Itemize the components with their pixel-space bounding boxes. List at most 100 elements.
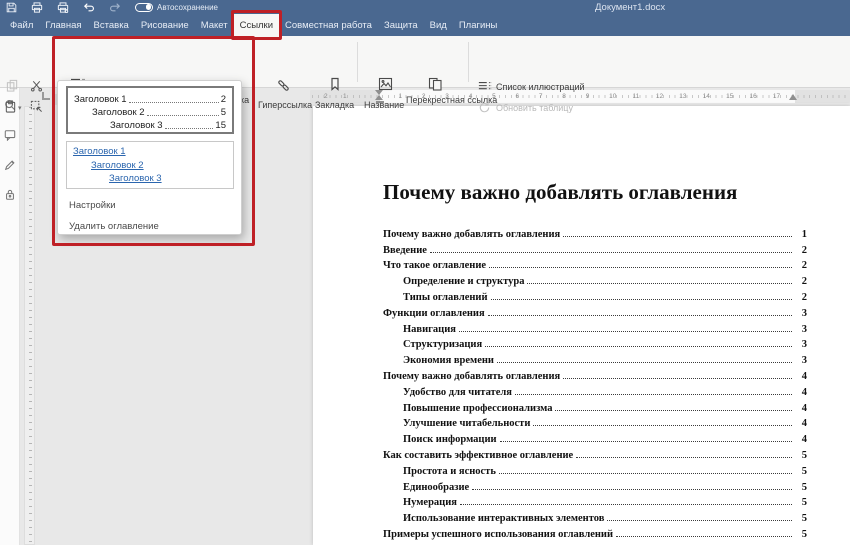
toc-entry[interactable]: Что такое оглавление 2 bbox=[383, 256, 807, 272]
toc-entry-text: Единообразие bbox=[403, 482, 469, 493]
bookmark-label: Закладка bbox=[315, 100, 354, 110]
toc-entry[interactable]: Почему важно добавлять оглавления 4 bbox=[383, 366, 807, 382]
vertical-ruler[interactable] bbox=[24, 106, 35, 545]
menu-tab[interactable]: Вид bbox=[424, 14, 453, 36]
toc-dropdown-panel: Заголовок 1 2 Заголовок 2 5 Заголовок 3 … bbox=[57, 80, 242, 235]
ruler-number: 8 bbox=[562, 93, 566, 100]
toc-settings-item[interactable]: Настройки bbox=[69, 200, 116, 211]
toc-entry[interactable]: Функции оглавления 3 bbox=[383, 303, 807, 319]
toc-entry[interactable]: Простота и ясность 5 bbox=[383, 461, 807, 477]
paste-icon[interactable] bbox=[4, 100, 17, 113]
hyperlink-label: Гиперссылка bbox=[258, 100, 312, 110]
toc-entry[interactable]: Экономия времени 3 bbox=[383, 350, 807, 366]
toc-preview-dots bbox=[165, 128, 214, 129]
toc-entry[interactable]: Структуризация 3 bbox=[383, 335, 807, 351]
ruler-number: 5 bbox=[492, 93, 496, 100]
save-icon[interactable] bbox=[6, 2, 17, 13]
document-page[interactable]: Почему важно добавлять оглавления Почему… bbox=[313, 106, 850, 545]
title-bar: Автосохранение Документ1.docx bbox=[0, 0, 850, 14]
toc-leader-dots bbox=[616, 536, 792, 537]
refresh-icon bbox=[478, 101, 491, 114]
figures-list-icon bbox=[478, 80, 492, 93]
menu-tab[interactable]: Рисование bbox=[135, 14, 195, 36]
toc-entry-text: Поиск информации bbox=[403, 434, 497, 445]
hanging-indent-marker[interactable] bbox=[375, 95, 383, 100]
document-heading[interactable]: Почему важно добавлять оглавления bbox=[383, 180, 737, 205]
toc-entry-page: 5 bbox=[795, 529, 807, 540]
toc-leader-dots bbox=[527, 283, 792, 284]
ribbon-separator bbox=[468, 42, 469, 82]
toc-entry-page: 2 bbox=[795, 292, 807, 303]
menu-tab[interactable]: Плагины bbox=[453, 14, 504, 36]
toc-entry[interactable]: Примеры успешного использования оглавлен… bbox=[383, 524, 807, 540]
ruler-number: 3 bbox=[445, 93, 449, 100]
tab-stop-selector-icon[interactable] bbox=[42, 92, 50, 100]
ruler-number: 7 bbox=[539, 93, 543, 100]
toc-entry[interactable]: Использование интерактивных элементов 5 bbox=[383, 508, 807, 524]
toc-style-links-option[interactable]: Заголовок 1 Заголовок 2 Заголовок 3 bbox=[66, 141, 234, 189]
autosave-control[interactable]: Автосохранение bbox=[135, 3, 218, 12]
cut-icon[interactable] bbox=[30, 79, 43, 92]
toc-entry[interactable]: Навигация 3 bbox=[383, 319, 807, 335]
toc-entry-page: 5 bbox=[795, 466, 807, 477]
menu-tab-row: Файл Главная Вставка Рисование Макет Ссы… bbox=[4, 14, 850, 36]
toc-entry[interactable]: Нумерация 5 bbox=[383, 493, 807, 509]
toc-entry[interactable]: Единообразие 5 bbox=[383, 477, 807, 493]
autosave-toggle-icon[interactable] bbox=[135, 3, 153, 12]
chevron-down-icon[interactable]: ▾ bbox=[18, 104, 22, 112]
menu-tab[interactable]: Файл bbox=[4, 14, 39, 36]
ruler-number: 14 bbox=[703, 93, 710, 100]
hyperlink-icon bbox=[276, 78, 291, 93]
toc-entry-text: Определение и структура bbox=[403, 276, 524, 287]
ruler-number: 2 bbox=[324, 93, 328, 100]
menu-tab[interactable]: Главная bbox=[39, 14, 87, 36]
toc-entry[interactable]: Определение и структура 2 bbox=[383, 271, 807, 287]
caption-image-icon bbox=[378, 77, 393, 91]
copy-icon[interactable] bbox=[6, 79, 19, 92]
menu-tab[interactable]: Совместная работа bbox=[279, 14, 378, 36]
toc-preview-text: Заголовок 2 bbox=[92, 107, 145, 118]
ruler-number: 2 bbox=[422, 93, 426, 100]
toc-entry-page: 2 bbox=[795, 245, 807, 256]
undo-icon[interactable] bbox=[83, 2, 95, 12]
toc-entry[interactable]: Как составить эффективное оглавление 5 bbox=[383, 445, 807, 461]
right-indent-marker[interactable] bbox=[789, 94, 797, 100]
quick-print-icon[interactable] bbox=[57, 2, 69, 13]
toc-entry[interactable]: Удобство для читателя 4 bbox=[383, 382, 807, 398]
document-toc: Почему важно добавлять оглавления 1 Введ… bbox=[383, 224, 807, 540]
toc-leader-dots bbox=[488, 315, 792, 316]
ruler-number: 16 bbox=[750, 93, 757, 100]
toc-entry-text: Простота и ясность bbox=[403, 466, 496, 477]
toc-entry[interactable]: Типы оглавлений 2 bbox=[383, 287, 807, 303]
toc-entry[interactable]: Поиск информации 4 bbox=[383, 429, 807, 445]
toc-style-classic-option[interactable]: Заголовок 1 2 Заголовок 2 5 Заголовок 3 … bbox=[66, 86, 234, 134]
toc-entry-page: 3 bbox=[795, 355, 807, 366]
lock-icon[interactable] bbox=[4, 188, 16, 206]
menu-tab[interactable]: Ссылки bbox=[234, 14, 279, 36]
toc-leader-dots bbox=[497, 362, 792, 363]
toc-entry[interactable]: Почему важно добавлять оглавления 1 bbox=[383, 224, 807, 240]
toc-leader-dots bbox=[576, 457, 792, 458]
toc-entry-text: Экономия времени bbox=[403, 355, 494, 366]
toc-entry-text: Структуризация bbox=[403, 339, 482, 350]
toc-preview-text: Заголовок 3 bbox=[110, 120, 163, 131]
cross-reference-label: Перекрестная ссылка bbox=[406, 96, 464, 106]
menu-tab[interactable]: Вставка bbox=[88, 14, 135, 36]
toc-remove-item[interactable]: Удалить оглавление bbox=[69, 221, 159, 232]
toc-entry-page: 4 bbox=[795, 387, 807, 398]
select-icon[interactable] bbox=[30, 100, 43, 113]
redo-icon[interactable] bbox=[109, 2, 121, 12]
menu-tab[interactable]: Макет bbox=[195, 14, 234, 36]
toc-preview-page: 15 bbox=[215, 120, 226, 131]
comments-icon[interactable] bbox=[4, 128, 16, 146]
toc-preview-dots bbox=[147, 115, 219, 116]
toc-entry-page: 5 bbox=[795, 482, 807, 493]
ruler-number: 17 bbox=[773, 93, 780, 100]
toc-entry[interactable]: Введение 2 bbox=[383, 240, 807, 256]
menu-tab[interactable]: Защита bbox=[378, 14, 424, 36]
toc-entry[interactable]: Повышение профессионализма 4 bbox=[383, 398, 807, 414]
left-indent-marker[interactable] bbox=[376, 101, 384, 104]
review-pen-icon[interactable] bbox=[4, 158, 16, 176]
toc-entry[interactable]: Улучшение читабельности 4 bbox=[383, 414, 807, 430]
print-icon[interactable] bbox=[31, 2, 43, 13]
